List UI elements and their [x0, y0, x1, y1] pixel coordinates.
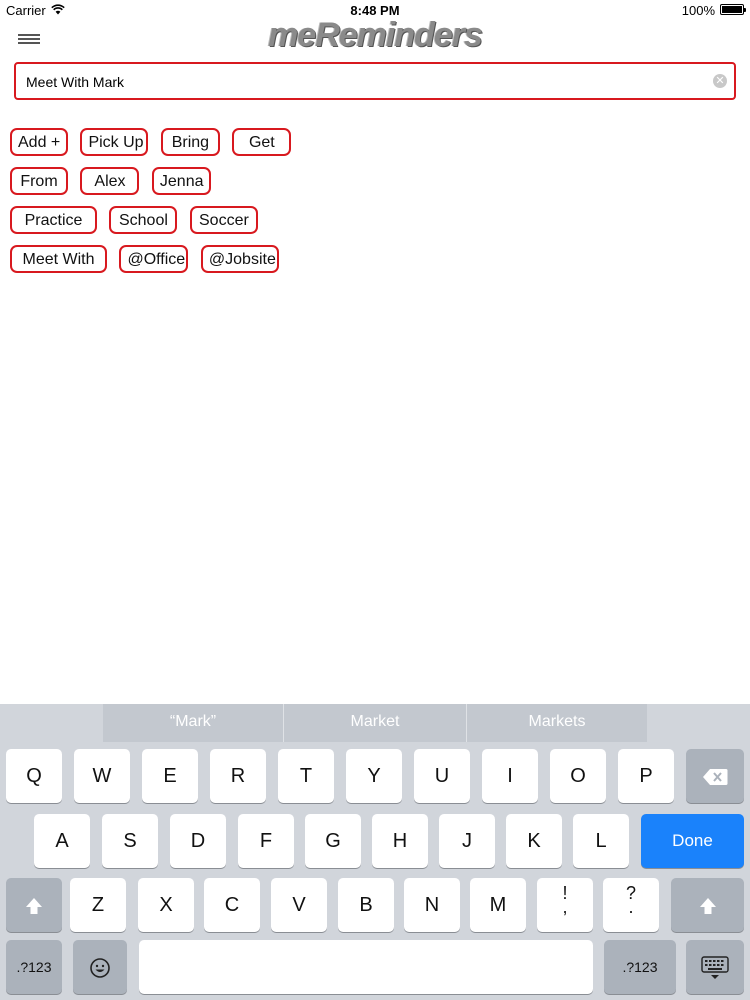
key-u[interactable]: U	[414, 749, 470, 803]
suggestion-bar: “Mark” Market Markets	[0, 704, 750, 742]
key-e[interactable]: E	[142, 749, 198, 803]
shift-left-key[interactable]	[6, 878, 62, 932]
reminder-input[interactable]	[24, 64, 708, 100]
chip-jenna[interactable]: Jenna	[151, 167, 211, 195]
key-s[interactable]: S	[102, 814, 158, 868]
hide-keyboard-key[interactable]	[686, 940, 744, 994]
chip-practice[interactable]: Practice	[10, 206, 97, 234]
numbers-key-right[interactable]: .?123	[604, 940, 676, 994]
app-logo: meReminders	[268, 16, 483, 54]
key-j[interactable]: J	[439, 814, 495, 868]
shift-right-key[interactable]	[671, 878, 744, 932]
key-k[interactable]: K	[506, 814, 562, 868]
suggestion-3[interactable]: Markets	[467, 704, 647, 742]
key-v[interactable]: V	[271, 878, 327, 932]
key-x[interactable]: X	[138, 878, 194, 932]
done-key[interactable]: Done	[641, 814, 744, 868]
key-q[interactable]: Q	[6, 749, 62, 803]
chip-meet-with[interactable]: Meet With	[10, 245, 107, 273]
key-h[interactable]: H	[372, 814, 428, 868]
key-f[interactable]: F	[238, 814, 294, 868]
key-r[interactable]: R	[210, 749, 266, 803]
chip-row: Meet With @Office @Jobsite	[10, 245, 740, 284]
chip-bring[interactable]: Bring	[160, 128, 220, 156]
chip-row: From Alex Jenna	[10, 167, 740, 206]
suggestion-2[interactable]: Market	[284, 704, 467, 742]
key-o[interactable]: O	[550, 749, 606, 803]
shift-icon	[26, 897, 42, 914]
key-g[interactable]: G	[305, 814, 361, 868]
clear-text-icon[interactable]: ✕	[713, 74, 727, 88]
space-bar[interactable]	[139, 940, 593, 994]
key-c[interactable]: C	[204, 878, 260, 932]
chip-row: Practice School Soccer	[10, 206, 740, 245]
key-t[interactable]: T	[278, 749, 334, 803]
key-d[interactable]: D	[170, 814, 226, 868]
emoji-key[interactable]	[73, 940, 127, 994]
chip-jobsite[interactable]: @Jobsite	[200, 245, 279, 273]
chip-add[interactable]: Add +	[10, 128, 68, 156]
reminder-input-container: ✕	[14, 62, 736, 100]
suggestion-1[interactable]: “Mark”	[103, 704, 284, 742]
chip-from[interactable]: From	[10, 167, 68, 195]
key-i[interactable]: I	[482, 749, 538, 803]
hide-keyboard-icon	[701, 956, 729, 979]
chip-row: Add + Pick Up Bring Get	[10, 128, 740, 167]
key-w[interactable]: W	[74, 749, 130, 803]
key-a[interactable]: A	[34, 814, 90, 868]
chip-office[interactable]: @Office	[119, 245, 189, 273]
chip-get[interactable]: Get	[232, 128, 292, 156]
key-exclaim-comma[interactable]: !,	[537, 878, 593, 932]
chip-school[interactable]: School	[109, 206, 178, 234]
onscreen-keyboard: “Mark” Market Markets Q W E R T Y U I O …	[0, 704, 750, 1000]
key-period-label: .	[628, 897, 634, 917]
chip-alex[interactable]: Alex	[80, 167, 140, 195]
key-b[interactable]: B	[338, 878, 394, 932]
key-question-period[interactable]: ?.	[603, 878, 659, 932]
key-z[interactable]: Z	[70, 878, 126, 932]
backspace-key[interactable]	[686, 749, 744, 803]
key-n[interactable]: N	[404, 878, 460, 932]
chip-pick-up[interactable]: Pick Up	[80, 128, 149, 156]
key-p[interactable]: P	[618, 749, 674, 803]
backspace-icon	[703, 768, 728, 785]
shift-icon	[699, 897, 716, 914]
key-l[interactable]: L	[573, 814, 629, 868]
numbers-key-left[interactable]: .?123	[6, 940, 62, 994]
emoji-icon	[90, 957, 110, 978]
battery-icon	[720, 4, 746, 15]
quick-tag-chips: Add + Pick Up Bring Get From Alex Jenna …	[10, 128, 740, 284]
key-comma-label: ,	[562, 897, 568, 917]
key-y[interactable]: Y	[346, 749, 402, 803]
key-m[interactable]: M	[470, 878, 526, 932]
chip-soccer[interactable]: Soccer	[189, 206, 258, 234]
